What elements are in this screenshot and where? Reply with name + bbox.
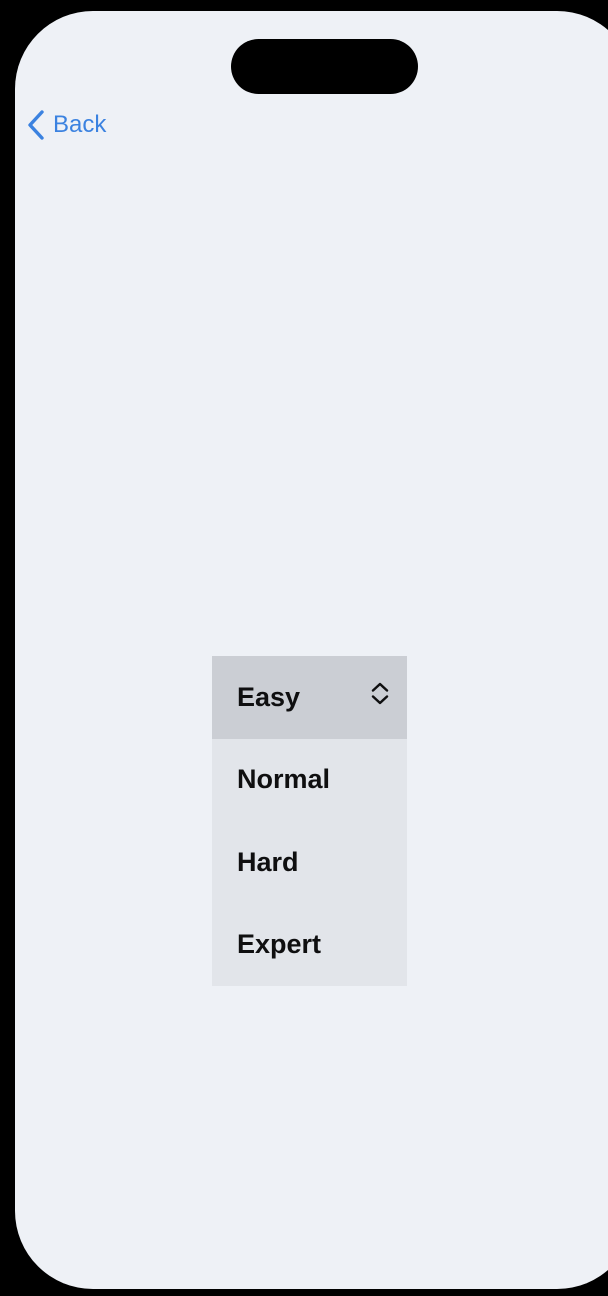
chevron-up-down-icon xyxy=(369,681,391,714)
picker-option-easy[interactable]: Easy xyxy=(212,656,407,739)
picker-option-hard[interactable]: Hard xyxy=(212,821,407,904)
app-screen xyxy=(15,11,608,1289)
back-label: Back xyxy=(53,111,107,138)
back-button[interactable]: Back xyxy=(27,106,106,144)
dynamic-island xyxy=(231,39,418,94)
picker-option-label: Normal xyxy=(237,764,331,795)
picker-option-label: Hard xyxy=(237,846,299,877)
difficulty-picker[interactable]: Easy Normal Hard Expert xyxy=(212,656,407,986)
chevron-left-icon xyxy=(27,110,45,140)
picker-option-normal[interactable]: Normal xyxy=(212,739,407,822)
picker-option-expert[interactable]: Expert xyxy=(212,904,407,987)
picker-option-label: Easy xyxy=(237,681,301,712)
picker-option-label: Expert xyxy=(237,929,322,960)
device-frame: Back Easy Normal Hard Expert xyxy=(0,0,608,1296)
